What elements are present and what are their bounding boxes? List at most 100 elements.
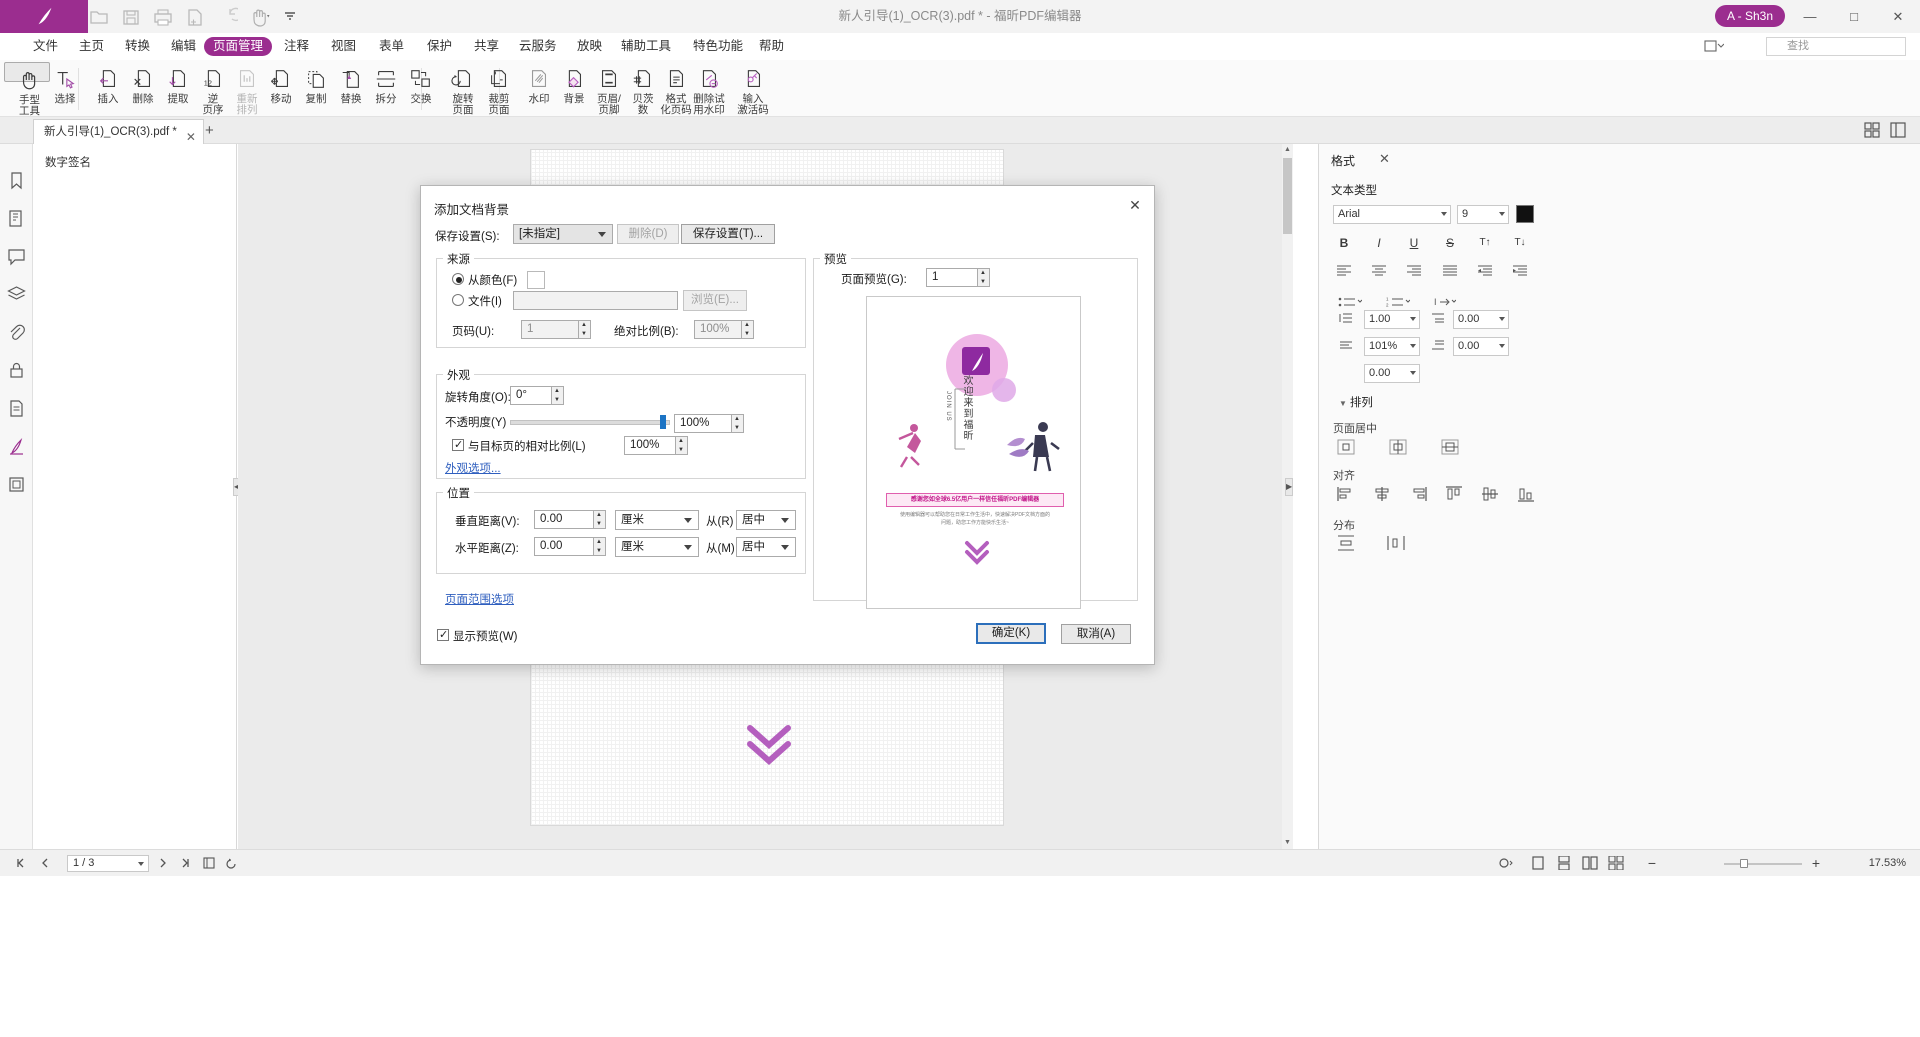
- space-before-input[interactable]: 0.00: [1453, 310, 1509, 329]
- subscript-button[interactable]: T↓: [1509, 233, 1531, 253]
- char-spacing-input[interactable]: 0.00: [1364, 364, 1420, 383]
- menu-item-share[interactable]: 共享: [465, 33, 508, 60]
- distribute-horizontal-icon[interactable]: [1385, 535, 1407, 555]
- layers-icon[interactable]: [6, 284, 27, 305]
- scroll-up-arrow[interactable]: ▲: [1282, 144, 1293, 156]
- continuous-view-icon[interactable]: [1556, 850, 1572, 877]
- menu-item-comment[interactable]: 注释: [275, 33, 318, 60]
- background-color-swatch[interactable]: [527, 271, 545, 289]
- opacity-spinner[interactable]: ▲▼: [732, 414, 744, 433]
- page-transition-button[interactable]: [202, 850, 216, 877]
- center-both-icon[interactable]: [1335, 439, 1357, 459]
- menu-item-cloud[interactable]: 云服务: [510, 33, 566, 60]
- space-after-input[interactable]: 0.00: [1453, 337, 1509, 356]
- scrollbar-thumb[interactable]: [1283, 158, 1292, 234]
- menu-item-form[interactable]: 表单: [370, 33, 413, 60]
- cancel-button[interactable]: 取消(A): [1061, 624, 1131, 644]
- file-path-input[interactable]: [513, 291, 678, 310]
- view-settings-button[interactable]: [1498, 850, 1514, 877]
- vertical-distance-spinner[interactable]: ▲▼: [594, 510, 606, 529]
- center-vertical-icon[interactable]: [1439, 439, 1461, 459]
- menu-item-edit[interactable]: 编辑: [162, 33, 205, 60]
- tile-view-icon[interactable]: [1864, 122, 1880, 141]
- menu-item-features[interactable]: 特色功能: [684, 33, 752, 60]
- horizontal-scale-input[interactable]: 101%: [1364, 337, 1420, 356]
- align-left-icon[interactable]: [1333, 262, 1355, 282]
- horizontal-unit-select[interactable]: 厘米: [615, 537, 699, 557]
- source-page-number-input[interactable]: 1: [521, 320, 579, 339]
- menu-item-protect[interactable]: 保护: [418, 33, 461, 60]
- bookmark-icon[interactable]: [6, 170, 27, 191]
- comment-icon[interactable]: [6, 246, 27, 267]
- document-icon[interactable]: [6, 398, 27, 419]
- font-size-select[interactable]: 9: [1457, 205, 1509, 224]
- page-range-options-link[interactable]: 页面范围选项: [445, 591, 514, 607]
- menu-item-convert[interactable]: 转换: [116, 33, 159, 60]
- signature-icon[interactable]: [6, 436, 27, 457]
- attachment-icon[interactable]: [6, 322, 27, 343]
- expand-triangle-icon[interactable]: ▼: [1339, 399, 1347, 408]
- opacity-input[interactable]: 100%: [674, 414, 732, 433]
- horizontal-distance-input[interactable]: 0.00: [534, 537, 594, 556]
- previous-page-button[interactable]: [38, 850, 52, 877]
- ribbon-remove-trial-watermark[interactable]: 删除试 用水印: [686, 62, 732, 115]
- two-page-view-icon[interactable]: [1582, 850, 1598, 877]
- absolute-scale-spinner[interactable]: ▲▼: [742, 320, 754, 339]
- search-input[interactable]: 查找: [1766, 37, 1906, 56]
- menu-item-accessibility[interactable]: 辅助工具: [612, 33, 680, 60]
- menu-item-home[interactable]: 主页: [70, 33, 113, 60]
- new-tab-button[interactable]: +: [205, 122, 214, 139]
- font-family-select[interactable]: Arial: [1333, 205, 1451, 224]
- align-objects-left-icon[interactable]: [1335, 486, 1357, 506]
- zoom-in-button[interactable]: +: [1812, 850, 1820, 877]
- vertical-distance-input[interactable]: 0.00: [534, 510, 594, 529]
- document-tab[interactable]: 新人引导(1)_OCR(3).pdf * ✕: [33, 119, 204, 144]
- underline-button[interactable]: U: [1403, 233, 1425, 253]
- align-objects-bottom-icon[interactable]: [1515, 486, 1537, 506]
- indent-decrease-icon[interactable]: [1474, 262, 1496, 282]
- two-page-continuous-icon[interactable]: [1608, 850, 1624, 877]
- scroll-down-arrow[interactable]: ▼: [1282, 837, 1293, 849]
- horizontal-from-select[interactable]: 居中: [736, 537, 796, 557]
- align-justify-icon[interactable]: [1439, 262, 1461, 282]
- from-color-radio[interactable]: [452, 273, 464, 285]
- bold-button[interactable]: B: [1333, 233, 1355, 253]
- vertical-scrollbar[interactable]: ▲ ▼: [1282, 144, 1293, 849]
- first-page-button[interactable]: [14, 850, 28, 877]
- ribbon-activation-key[interactable]: 输入 激活码: [730, 62, 776, 115]
- stamp-icon[interactable]: [6, 474, 27, 495]
- align-center-icon[interactable]: [1368, 262, 1390, 282]
- relative-scale-checkbox[interactable]: ✓: [452, 439, 464, 451]
- menu-item-help[interactable]: 帮助: [750, 33, 793, 60]
- vertical-from-select[interactable]: 居中: [736, 510, 796, 530]
- close-format-panel-icon[interactable]: ✕: [1379, 151, 1390, 167]
- ribbon-select-tool[interactable]: 选择: [42, 62, 88, 115]
- page-thumbnail-icon[interactable]: [6, 208, 27, 229]
- align-right-icon[interactable]: [1403, 262, 1425, 282]
- align-objects-top-icon[interactable]: [1443, 486, 1465, 506]
- collapse-right-panel-button[interactable]: ▶: [1285, 478, 1293, 496]
- align-objects-right-icon[interactable]: [1407, 486, 1429, 506]
- collapse-ribbon-icon[interactable]: [1704, 39, 1724, 56]
- from-file-radio[interactable]: [452, 294, 464, 306]
- zoom-out-button[interactable]: −: [1648, 850, 1656, 877]
- show-preview-checkbox[interactable]: ✓: [437, 629, 449, 641]
- minimize-button[interactable]: —: [1788, 0, 1832, 33]
- menu-item-present[interactable]: 放映: [568, 33, 611, 60]
- account-badge[interactable]: A - Sh3n: [1715, 5, 1785, 27]
- next-page-button[interactable]: [156, 850, 170, 877]
- distribute-vertical-icon[interactable]: [1335, 535, 1357, 555]
- save-settings-button[interactable]: 保存设置(T)...: [681, 224, 775, 244]
- vertical-unit-select[interactable]: 厘米: [615, 510, 699, 530]
- menu-item-view[interactable]: 视图: [322, 33, 365, 60]
- italic-button[interactable]: I: [1368, 233, 1390, 253]
- font-color-swatch[interactable]: [1516, 205, 1534, 223]
- zoom-slider[interactable]: [1724, 863, 1802, 865]
- ribbon-swap-page[interactable]: 交换: [398, 62, 444, 115]
- close-button[interactable]: ✕: [1876, 0, 1920, 33]
- relative-scale-input[interactable]: 100%: [624, 436, 676, 455]
- split-view-icon[interactable]: [1890, 122, 1906, 141]
- security-icon[interactable]: [6, 360, 27, 381]
- appearance-options-link[interactable]: 外观选项...: [445, 460, 501, 476]
- absolute-scale-input[interactable]: 100%: [694, 320, 742, 339]
